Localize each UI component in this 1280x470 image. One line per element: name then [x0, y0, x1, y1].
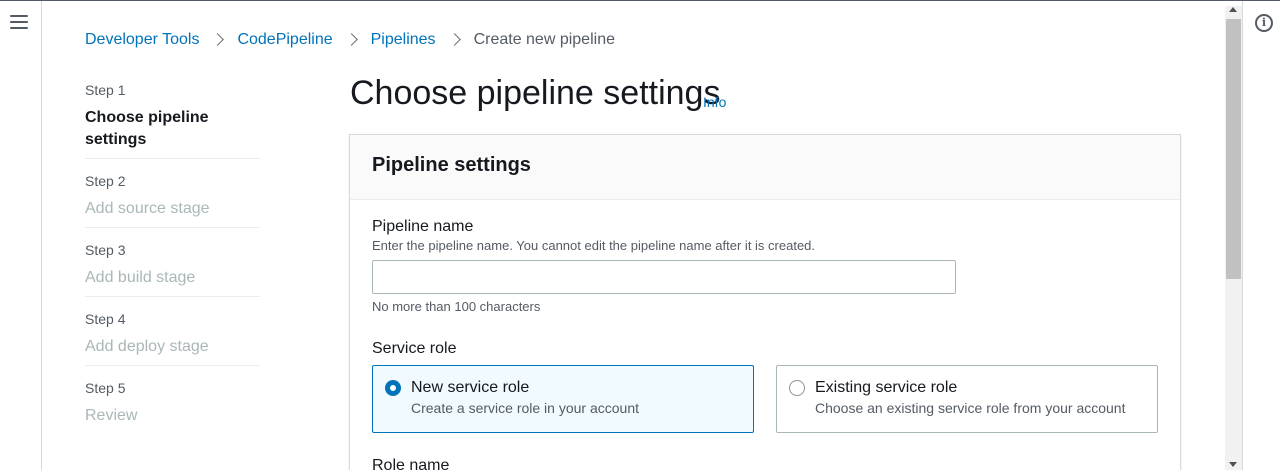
step-number: Step 4: [85, 311, 126, 327]
breadcrumb: Developer Tools CodePipeline Pipelines C…: [85, 30, 615, 50]
step-4: Step 4 Add deploy stage: [85, 297, 260, 366]
breadcrumb-codepipeline[interactable]: CodePipeline: [237, 31, 332, 49]
step-number: Step 2: [85, 173, 126, 189]
pipeline-name-constraint: No more than 100 characters: [372, 299, 541, 314]
info-link[interactable]: Info: [703, 94, 726, 110]
top-border: [0, 0, 1280, 1]
info-circle-icon[interactable]: i: [1255, 14, 1273, 32]
panel-header: Pipeline settings: [350, 135, 1180, 200]
existing-service-role-option[interactable]: Existing service role Choose an existing…: [776, 365, 1158, 433]
navigation-rail: [0, 1, 42, 470]
option-description: Create a service role in your account: [411, 400, 639, 416]
option-title: New service role: [411, 379, 530, 396]
breadcrumb-pipelines[interactable]: Pipelines: [371, 31, 436, 49]
chevron-right-icon: [213, 30, 223, 50]
breadcrumb-current: Create new pipeline: [473, 31, 615, 48]
pipeline-name-input[interactable]: [372, 260, 956, 294]
step-title: Add build stage: [85, 269, 196, 286]
breadcrumb-developer-tools[interactable]: Developer Tools: [85, 31, 199, 49]
step-3: Step 3 Add build stage: [85, 228, 260, 297]
radio-unselected-icon[interactable]: [789, 380, 805, 396]
scroll-up-arrow-icon[interactable]: [1229, 7, 1237, 12]
option-title: Existing service role: [815, 379, 958, 396]
hamburger-icon[interactable]: [10, 15, 28, 31]
step-number: Step 1: [85, 82, 126, 98]
service-role-label: Service role: [372, 340, 457, 357]
wizard-steps: Step 1 Choose pipeline settings Step 2 A…: [85, 80, 260, 435]
step-title: Choose pipeline settings: [85, 109, 209, 148]
radio-selected-icon[interactable]: [385, 380, 401, 396]
chevron-right-icon: [450, 30, 460, 50]
scroll-down-arrow-icon[interactable]: [1229, 462, 1237, 467]
scrollbar-thumb[interactable]: [1226, 19, 1241, 279]
step-number: Step 5: [85, 380, 126, 396]
step-1: Step 1 Choose pipeline settings: [85, 80, 260, 159]
chevron-right-icon: [347, 30, 357, 50]
step-title: Add source stage: [85, 200, 210, 217]
step-title: Review: [85, 407, 138, 424]
pipeline-name-description: Enter the pipeline name. You cannot edit…: [372, 238, 816, 253]
page-title: Choose pipeline settings: [350, 74, 721, 112]
new-service-role-option[interactable]: New service role Create a service role i…: [372, 365, 754, 433]
step-2: Step 2 Add source stage: [85, 159, 260, 228]
step-number: Step 3: [85, 242, 126, 258]
panel-title: Pipeline settings: [372, 154, 531, 176]
tools-rail: [1242, 1, 1280, 470]
pipeline-name-label: Pipeline name: [372, 218, 474, 235]
option-description: Choose an existing service role from you…: [815, 400, 1126, 416]
step-5: Step 5 Review: [85, 366, 260, 435]
step-title: Add deploy stage: [85, 338, 209, 355]
role-name-label: Role name: [372, 457, 450, 470]
